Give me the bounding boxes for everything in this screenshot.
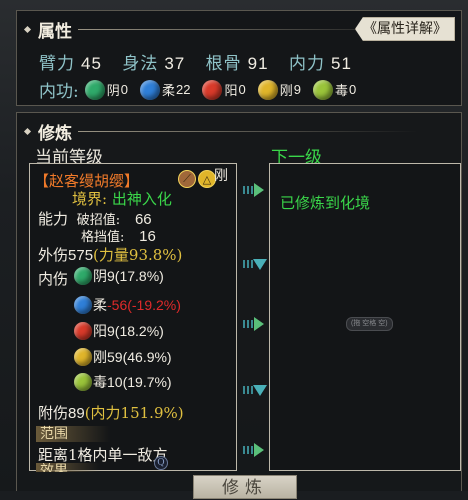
du-orb-icon bbox=[74, 373, 92, 391]
yang-orb-icon bbox=[202, 79, 223, 100]
neigong-rou-value: 22 bbox=[176, 82, 191, 97]
inner-rou-value: -56 bbox=[107, 297, 128, 313]
neigong-yin-value: 0 bbox=[120, 82, 128, 97]
game-window: 属性 《属性详解》 臂力 45 身法 37 根骨 91 内力 51 内功: 阴0 柔 22… bbox=[0, 0, 468, 499]
neigong-rou: 柔 22 bbox=[139, 79, 191, 100]
neigong-yang-value: 0 bbox=[238, 82, 246, 97]
inner-yang-pct: (18.2%) bbox=[114, 323, 164, 339]
arrow-right-icon bbox=[243, 443, 265, 457]
cultivation-title: 修炼 bbox=[23, 119, 418, 144]
inner-du-name: 毒 bbox=[93, 375, 107, 391]
neigong-yin-name: 阴 bbox=[106, 84, 120, 99]
neigong-rou-name: 柔 bbox=[161, 84, 175, 99]
stat-agility-label: 身法 bbox=[122, 54, 159, 74]
inner-yang-name: 阳 bbox=[93, 324, 107, 340]
block-line: 格挡值: 16 bbox=[81, 226, 156, 245]
yin-orb-icon bbox=[84, 79, 105, 100]
search-icon[interactable]: Q bbox=[154, 456, 168, 470]
outer-damage-value: 575 bbox=[68, 247, 94, 264]
next-level-box: 已修炼到化境 (拖 空格 空) bbox=[269, 163, 461, 471]
stat-constitution-label: 根骨 bbox=[205, 54, 242, 74]
weapon-icon: ⟋ bbox=[178, 170, 196, 188]
inner-yin: 阴 9 (17.8%) bbox=[74, 266, 164, 286]
skill-type-label: 刚 bbox=[214, 168, 228, 184]
gang-orb-icon bbox=[257, 79, 278, 100]
yang-orb-icon bbox=[74, 322, 92, 340]
stat-internal-label: 内力 bbox=[288, 54, 325, 74]
cultivation-title-text: 修炼 bbox=[38, 124, 72, 144]
outer-damage-bonus: (力量93.8%) bbox=[93, 246, 183, 264]
inner-yin-name: 阴 bbox=[93, 269, 107, 285]
inner-gang-pct: (46.9%) bbox=[122, 349, 172, 365]
neigong-du: 毒0 bbox=[312, 79, 357, 100]
cultivation-panel: 修炼 当前等级 下一级 【赵客缦胡缨】 ⟋ △ 刚 境界: 出神入化 能力 破招… bbox=[16, 112, 462, 499]
range-tag: 范围 bbox=[36, 426, 110, 442]
rou-orb-icon bbox=[139, 79, 160, 100]
scroll-hint: (拖 空格 空) bbox=[346, 317, 393, 331]
inner-gang-name: 刚 bbox=[93, 350, 107, 366]
realm-line: 境界: 出神入化 bbox=[72, 188, 172, 209]
inner-du-pct: (19.7%) bbox=[122, 374, 172, 390]
inner-yin-pct: (17.8%) bbox=[114, 268, 164, 284]
next-level-text: 已修炼到化境 bbox=[280, 194, 371, 212]
inner-yin-value: 9 bbox=[107, 268, 115, 284]
title-diamond-icon bbox=[23, 127, 32, 136]
cultivate-button[interactable]: 修炼 bbox=[193, 475, 297, 499]
arrow-down-icon bbox=[243, 257, 267, 271]
neigong-du-name: 毒 bbox=[334, 84, 348, 99]
attach-damage-label: 附伤 bbox=[38, 404, 69, 422]
stat-agility-value: 37 bbox=[164, 54, 186, 73]
inner-rou-pct: (-19.2%) bbox=[127, 297, 181, 313]
attributes-panel: 属性 《属性详解》 臂力 45 身法 37 根骨 91 内力 51 内功: 阴0 柔 22… bbox=[16, 10, 462, 106]
attach-damage-line: 附伤89(内力151.9%) bbox=[38, 402, 184, 423]
inner-du-value: 10 bbox=[107, 374, 123, 390]
attach-damage-bonus: (内力151.9%) bbox=[84, 404, 184, 422]
arrow-right-icon bbox=[243, 317, 265, 331]
inner-gang: 刚 59 (46.9%) bbox=[74, 347, 172, 367]
neigong-label: 内功: bbox=[39, 82, 79, 102]
attribute-detail-button[interactable]: 《属性详解》 bbox=[355, 17, 455, 41]
inner-yang: 阳 9 (18.2%) bbox=[74, 321, 164, 341]
title-diamond-icon bbox=[23, 25, 32, 34]
gang-orb-icon bbox=[74, 348, 92, 366]
arrow-right-icon bbox=[243, 183, 265, 197]
outer-damage-line: 外伤575(力量93.8%) bbox=[38, 244, 182, 265]
inner-rou-name: 柔 bbox=[93, 298, 107, 314]
inner-yang-value: 9 bbox=[107, 323, 115, 339]
inner-damage-label: 内伤 bbox=[38, 270, 69, 288]
neigong-gang-value: 9 bbox=[293, 82, 301, 97]
current-level-box: 【赵客缦胡缨】 ⟋ △ 刚 境界: 出神入化 能力 破招值: 66 格挡值: 1… bbox=[29, 163, 237, 472]
stat-constitution-value: 91 bbox=[247, 54, 269, 73]
title-divider bbox=[78, 131, 418, 132]
inner-gang-value: 59 bbox=[107, 349, 123, 365]
effect-tag: 效果 bbox=[36, 463, 100, 472]
block-label: 格挡值: bbox=[81, 230, 125, 245]
neigong-gang-name: 刚 bbox=[279, 84, 293, 99]
stat-strength-value: 45 bbox=[81, 54, 102, 73]
attach-damage-value: 89 bbox=[68, 405, 85, 422]
ability-label: 能力 bbox=[38, 210, 69, 228]
attributes-title-text: 属性 bbox=[38, 22, 72, 42]
inner-du: 毒 10 (19.7%) bbox=[74, 372, 172, 392]
neigong-row: 内功: 阴0 柔 22 阳0 刚9 毒0 bbox=[39, 77, 368, 102]
realm-label: 境界: bbox=[72, 190, 108, 208]
yin-orb-icon bbox=[74, 267, 92, 285]
rou-orb-icon bbox=[74, 296, 92, 314]
neigong-yang: 阳0 bbox=[202, 79, 246, 100]
range-text: 距离1格内单一敌方 bbox=[38, 446, 168, 464]
arrow-down-icon bbox=[243, 383, 267, 397]
realm-value: 出神入化 bbox=[111, 190, 172, 208]
block-value: 16 bbox=[139, 228, 156, 245]
neigong-yang-name: 阳 bbox=[224, 84, 238, 99]
neigong-gang: 刚9 bbox=[257, 79, 301, 100]
neigong-yin: 阴0 bbox=[84, 79, 128, 100]
stats-row: 臂力 45 身法 37 根骨 91 内力 51 bbox=[39, 49, 366, 74]
outer-damage-label: 外伤 bbox=[38, 246, 69, 264]
du-orb-icon bbox=[312, 79, 333, 100]
stat-strength-label: 臂力 bbox=[39, 54, 75, 74]
neigong-du-value: 0 bbox=[348, 82, 357, 97]
stat-internal-value: 51 bbox=[330, 54, 352, 73]
inner-rou: 柔 -56 (-19.2%) bbox=[74, 295, 181, 315]
skill-icons: ⟋ △ 刚 bbox=[178, 168, 228, 188]
